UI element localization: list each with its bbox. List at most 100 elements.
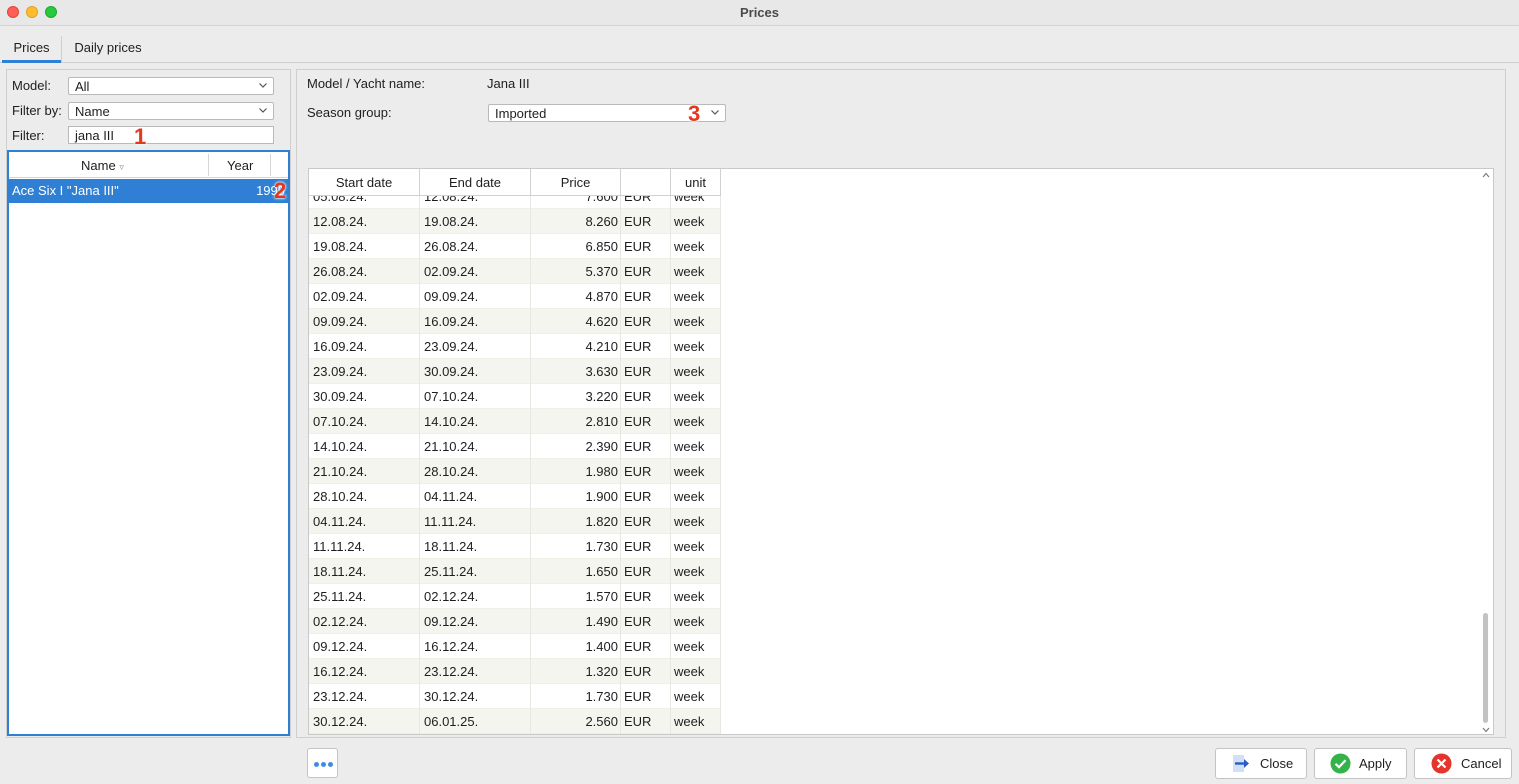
sort-indicator-icon: ▿: [119, 162, 124, 172]
end-date-cell: 09.12.24.: [424, 614, 479, 629]
filter-input[interactable]: jana III: [68, 126, 274, 144]
price-cell: 6.850: [585, 239, 618, 254]
yacht-list[interactable]: Name ▿ Year Ace Six I "Jana III" 1999: [7, 150, 290, 736]
unit-cell: week: [674, 389, 705, 404]
start-date-cell: 07.10.24.: [313, 414, 368, 429]
price-table-row[interactable]: 12.08.24. 19.08.24. 8.260 EUR week: [309, 209, 721, 234]
price-table[interactable]: 05.08.24. 12.08.24. 7.600 EUR week 12.08.24. 1…: [308, 168, 1494, 735]
currency-cell: EUR: [624, 489, 652, 504]
price-table-row[interactable]: 16.12.24. 23.12.24. 1.320 EUR week: [309, 659, 721, 684]
column-header-start-date[interactable]: Start date: [309, 169, 420, 196]
yacht-name-value: Jana III: [487, 76, 530, 91]
price-table-row[interactable]: 09.09.24. 16.09.24. 4.620 EUR week: [309, 309, 721, 334]
column-header-end-date[interactable]: End date: [420, 169, 531, 196]
price-cell: 1.820: [585, 514, 618, 529]
start-date-cell: 30.12.24.: [313, 714, 368, 729]
start-date-cell: 02.12.24.: [313, 614, 368, 629]
start-date-cell: 12.08.24.: [313, 214, 368, 229]
price-table-row[interactable]: 26.08.24. 02.09.24. 5.370 EUR week: [309, 259, 721, 284]
price-table-row[interactable]: 25.11.24. 02.12.24. 1.570 EUR week: [309, 584, 721, 609]
cancel-button[interactable]: Cancel: [1414, 748, 1512, 779]
currency-cell: EUR: [624, 639, 652, 654]
currency-cell: EUR: [624, 589, 652, 604]
apply-button[interactable]: Apply: [1314, 748, 1407, 779]
currency-cell: EUR: [624, 264, 652, 279]
start-date-cell: 23.12.24.: [313, 689, 368, 704]
price-cell: 2.560: [585, 714, 618, 729]
currency-cell: EUR: [624, 339, 652, 354]
price-table-row[interactable]: 07.10.24. 14.10.24. 2.810 EUR week: [309, 409, 721, 434]
model-select[interactable]: All: [68, 77, 274, 95]
price-table-row[interactable]: 09.12.24. 16.12.24. 1.400 EUR week: [309, 634, 721, 659]
end-date-cell: 28.10.24.: [424, 464, 479, 479]
scroll-down-icon[interactable]: [1481, 726, 1491, 734]
column-line: [530, 196, 531, 734]
vertical-scrollbar[interactable]: [1481, 171, 1491, 734]
end-date-cell: 04.11.24.: [424, 489, 478, 504]
unit-cell: week: [674, 714, 705, 729]
close-button[interactable]: Close: [1215, 748, 1307, 779]
price-cell: 1.320: [585, 664, 618, 679]
yacht-name-label: Model / Yacht name:: [307, 76, 426, 91]
column-header-currency[interactable]: [621, 169, 671, 196]
column-header-unit[interactable]: unit: [671, 169, 721, 196]
price-table-row[interactable]: 30.12.24. 06.01.25. 2.560 EUR week: [309, 709, 721, 734]
price-table-row[interactable]: 23.09.24. 30.09.24. 3.630 EUR week: [309, 359, 721, 384]
end-date-cell: 26.08.24.: [424, 239, 479, 254]
column-line: [620, 196, 621, 734]
scroll-up-icon[interactable]: [1481, 171, 1491, 179]
price-table-row[interactable]: 02.09.24. 09.09.24. 4.870 EUR week: [309, 284, 721, 309]
start-date-cell: 28.10.24.: [313, 489, 368, 504]
column-header-name-label: Name: [81, 158, 116, 173]
currency-cell: EUR: [624, 539, 652, 554]
apply-button-label: Apply: [1359, 756, 1392, 771]
end-date-cell: 02.12.24.: [424, 589, 479, 604]
end-date-cell: 14.10.24.: [424, 414, 479, 429]
currency-cell: EUR: [624, 364, 652, 379]
price-cell: 4.870: [585, 289, 618, 304]
chevron-down-icon: [259, 108, 267, 113]
title-bar: Prices: [0, 0, 1519, 26]
start-date-cell: 16.12.24.: [313, 664, 368, 679]
currency-cell: EUR: [624, 289, 652, 304]
scrollbar-thumb[interactable]: [1483, 613, 1488, 723]
column-line: [670, 196, 671, 734]
start-date-cell: 02.09.24.: [313, 289, 368, 304]
filter-by-select[interactable]: Name: [68, 102, 274, 120]
price-table-row[interactable]: 30.09.24. 07.10.24. 3.220 EUR week: [309, 384, 721, 409]
price-table-row[interactable]: 11.11.24. 18.11.24. 1.730 EUR week: [309, 534, 721, 559]
close-button-label: Close: [1260, 756, 1294, 771]
unit-cell: week: [674, 314, 705, 329]
start-date-cell: 16.09.24.: [313, 339, 368, 354]
price-table-row[interactable]: 18.11.24. 25.11.24. 1.650 EUR week: [309, 559, 721, 584]
unit-cell: week: [674, 514, 705, 529]
price-table-body: 05.08.24. 12.08.24. 7.600 EUR week 12.08.24. 1…: [309, 184, 721, 734]
tab-prices[interactable]: Prices: [2, 35, 61, 63]
price-table-row[interactable]: 16.09.24. 23.09.24. 4.210 EUR week: [309, 334, 721, 359]
price-table-row[interactable]: 23.12.24. 30.12.24. 1.730 EUR week: [309, 684, 721, 709]
unit-cell: week: [674, 689, 705, 704]
price-table-row[interactable]: 19.08.24. 26.08.24. 6.850 EUR week: [309, 234, 721, 259]
column-header-year[interactable]: Year: [227, 158, 253, 173]
price-table-row[interactable]: 02.12.24. 09.12.24. 1.490 EUR week: [309, 609, 721, 634]
more-options-button[interactable]: [307, 748, 338, 778]
unit-cell: week: [674, 239, 705, 254]
price-table-row[interactable]: 04.11.24. 11.11.24. 1.820 EUR week: [309, 509, 721, 534]
price-table-row[interactable]: 21.10.24. 28.10.24. 1.980 EUR week: [309, 459, 721, 484]
annotation-marker-2: 2: [274, 178, 287, 203]
column-header-name[interactable]: Name ▿: [81, 158, 124, 173]
start-date-cell: 26.08.24.: [313, 264, 368, 279]
start-date-cell: 25.11.24.: [313, 589, 367, 604]
season-group-value: Imported: [495, 106, 547, 121]
start-date-cell: 30.09.24.: [313, 389, 368, 404]
column-line: [720, 196, 721, 734]
start-date-cell: 21.10.24.: [313, 464, 368, 479]
price-table-row[interactable]: 14.10.24. 21.10.24. 2.390 EUR week: [309, 434, 721, 459]
price-cell: 1.980: [585, 464, 618, 479]
price-table-row[interactable]: 28.10.24. 04.11.24. 1.900 EUR week: [309, 484, 721, 509]
column-header-price[interactable]: Price: [531, 169, 621, 196]
yacht-list-row[interactable]: Ace Six I "Jana III" 1999: [9, 179, 288, 203]
yacht-list-header: Name ▿ Year: [9, 152, 288, 178]
tab-daily-prices[interactable]: Daily prices: [62, 35, 154, 63]
currency-cell: EUR: [624, 714, 652, 729]
